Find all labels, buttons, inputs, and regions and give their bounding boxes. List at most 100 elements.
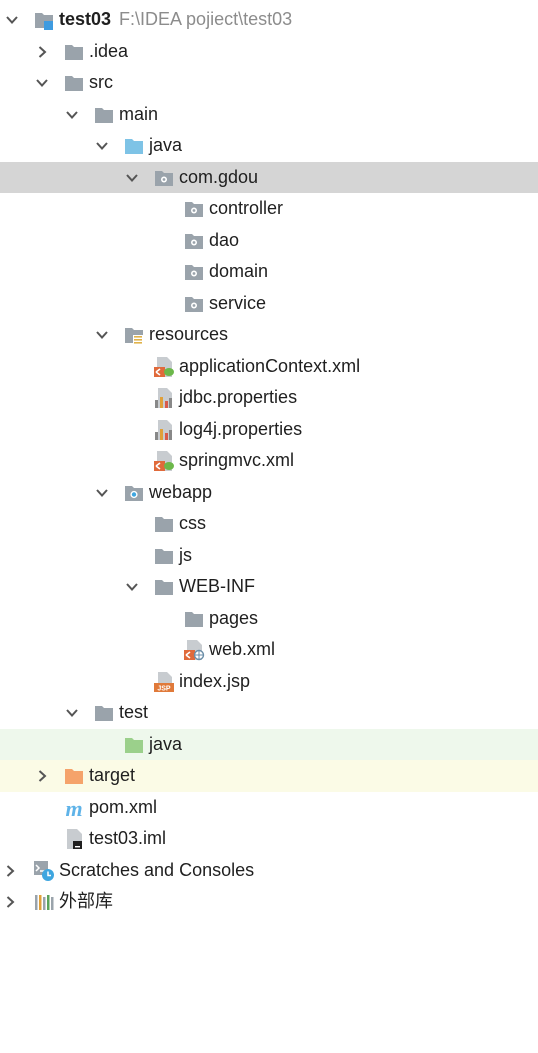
tree-item-label: domain <box>209 261 269 281</box>
chevron-down-icon[interactable] <box>125 580 139 594</box>
properties-icon <box>153 419 175 441</box>
source-folder-icon <box>123 135 145 157</box>
chevron-down-icon[interactable] <box>5 13 19 27</box>
iml-file-icon <box>63 828 85 850</box>
tree-item-test-java[interactable]: java <box>0 728 538 760</box>
tree-item-label: js <box>179 544 192 565</box>
tree-item-idea[interactable]: .idea <box>0 36 538 68</box>
tree-item-label: pages <box>209 607 259 628</box>
tree-item-src[interactable]: src <box>0 67 538 99</box>
maven-icon <box>63 797 85 819</box>
folder-icon <box>63 72 85 94</box>
package-icon <box>153 167 175 189</box>
tree-item-label: .idea <box>89 40 129 61</box>
properties-icon <box>153 387 175 409</box>
tree-item-scratches[interactable]: Scratches and Consoles <box>0 855 538 887</box>
chevron-right-icon[interactable] <box>3 895 17 909</box>
tree-item-java[interactable]: java <box>0 130 538 162</box>
chevron-right-icon[interactable] <box>35 45 49 59</box>
tree-item-label: Scratches and Consoles <box>59 859 255 880</box>
tree-item-web-inf[interactable]: WEB-INF <box>0 571 538 603</box>
chevron-down-icon[interactable] <box>125 171 139 185</box>
tree-item-domain[interactable]: domain <box>0 256 538 288</box>
tree-item-label: src <box>89 72 113 92</box>
package-icon <box>183 198 205 220</box>
tree-item-label: main <box>119 103 159 124</box>
tree-item-label: webapp <box>149 481 213 502</box>
tree-item-label: java <box>149 733 183 754</box>
tree-item-com-gdou[interactable]: com.gdou <box>0 161 538 193</box>
chevron-down-icon[interactable] <box>65 706 79 720</box>
tree-item-webapp[interactable]: webapp <box>0 477 538 509</box>
tree-item-web-xml[interactable]: web.xml <box>0 634 538 666</box>
tree-item-label: applicationContext.xml <box>179 355 361 376</box>
tree-item-applicationcontext-xml[interactable]: applicationContext.xml <box>0 351 538 383</box>
package-icon <box>183 230 205 252</box>
tree-item-label: web.xml <box>209 639 276 659</box>
chevron-down-icon[interactable] <box>95 486 109 500</box>
tree-item-label: log4j.properties <box>179 418 303 439</box>
folder-icon <box>63 41 85 63</box>
folder-icon <box>153 545 175 567</box>
tree-item-dao[interactable]: dao <box>0 225 538 257</box>
tree-item-label: service <box>209 292 267 313</box>
libraries-icon <box>33 891 55 913</box>
tree-item-index-jsp[interactable]: index.jsp <box>0 666 538 698</box>
chevron-down-icon[interactable] <box>95 328 109 342</box>
excluded-folder-icon <box>63 765 85 787</box>
tree-item-test03-iml[interactable]: test03.iml <box>0 823 538 855</box>
tree-item-label: 外部库 <box>59 891 113 911</box>
tree-item-js[interactable]: js <box>0 540 538 572</box>
chevron-down-icon[interactable] <box>95 139 109 153</box>
tree-item-label: dao <box>209 229 240 250</box>
tree-item-main[interactable]: main <box>0 99 538 131</box>
tree-item-label: springmvc.xml <box>179 450 295 470</box>
tree-item-label: test03.iml <box>89 828 167 848</box>
chevron-down-icon[interactable] <box>65 108 79 122</box>
tree-item-label: controller <box>209 198 284 218</box>
tree-item-jdbc-properties[interactable]: jdbc.properties <box>0 382 538 414</box>
folder-icon <box>93 104 115 126</box>
tree-item-service[interactable]: service <box>0 288 538 320</box>
tree-item-label: pom.xml <box>89 796 158 817</box>
package-icon <box>183 261 205 283</box>
chevron-right-icon[interactable] <box>35 769 49 783</box>
project-path: F:\IDEA pojiect\test03 <box>119 9 293 29</box>
tree-item-log4j-properties[interactable]: log4j.properties <box>0 414 538 446</box>
tree-item-target[interactable]: target <box>0 760 538 792</box>
chevron-down-icon[interactable] <box>35 76 49 90</box>
tree-item-label: css <box>179 513 206 533</box>
folder-icon <box>183 608 205 630</box>
spring-xml-icon <box>153 356 175 378</box>
tree-item-label: test <box>119 702 149 722</box>
folder-icon <box>93 702 115 724</box>
tree-item-test[interactable]: test <box>0 697 538 729</box>
tree-item-label: WEB-INF <box>179 576 255 596</box>
resources-folder-icon <box>123 324 145 346</box>
tree-item-css[interactable]: css <box>0 508 538 540</box>
tree-item-test03[interactable]: test03 F:\IDEA pojiect\test03 <box>0 4 538 36</box>
tree-item-pages[interactable]: pages <box>0 603 538 635</box>
web-xml-icon <box>183 639 205 661</box>
web-folder-icon <box>123 482 145 504</box>
scratches-icon <box>33 860 55 882</box>
tree-item-springmvc-xml[interactable]: springmvc.xml <box>0 445 538 477</box>
tree-item-label: resources <box>149 324 229 344</box>
tree-item-label: com.gdou <box>179 166 259 187</box>
package-icon <box>183 293 205 315</box>
project-tree: test03 F:\IDEA pojiect\test03 .idea src m… <box>0 4 538 918</box>
tree-item-label: java <box>149 135 183 155</box>
folder-icon <box>153 576 175 598</box>
tree-item-pom-xml[interactable]: pom.xml <box>0 792 538 824</box>
chevron-right-icon[interactable] <box>3 864 17 878</box>
folder-icon <box>153 513 175 535</box>
tree-item-label: index.jsp <box>179 670 251 691</box>
tree-item-resources[interactable]: resources <box>0 319 538 351</box>
tree-item-external-libraries[interactable]: 外部库 <box>0 886 538 918</box>
tree-item-controller[interactable]: controller <box>0 193 538 225</box>
spring-xml-icon <box>153 450 175 472</box>
project-name: test03 <box>59 9 112 29</box>
test-folder-icon <box>123 734 145 756</box>
tree-item-label: target <box>89 765 136 785</box>
tree-item-label: jdbc.properties <box>179 387 298 407</box>
